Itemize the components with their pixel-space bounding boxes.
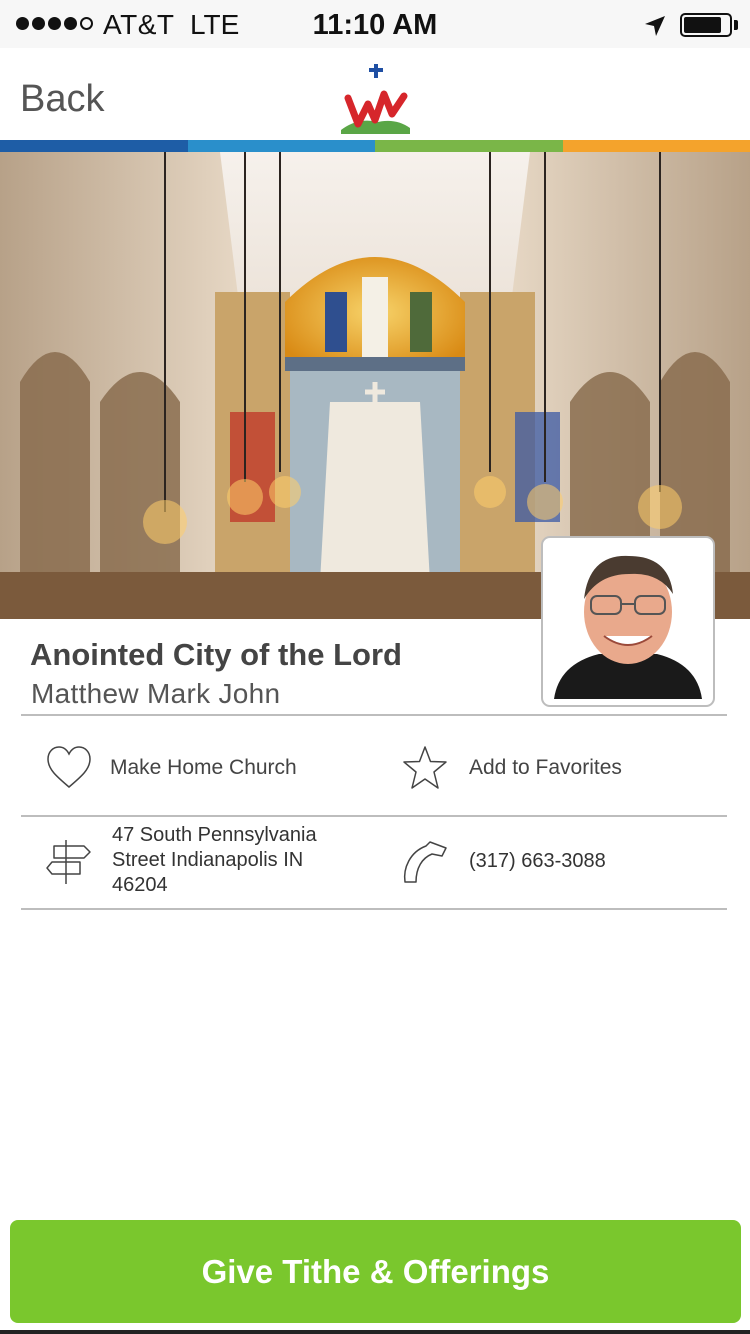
divider	[21, 815, 727, 817]
address-link[interactable]	[46, 838, 92, 886]
navigation-bar: Back	[0, 48, 750, 140]
phone-number: (317) 663-3088	[469, 849, 606, 872]
app-logo-icon	[341, 64, 410, 134]
battery-icon	[680, 13, 732, 37]
divider	[21, 908, 727, 910]
pastor-avatar[interactable]	[541, 536, 715, 707]
divider	[21, 714, 727, 716]
address-line: 46204	[112, 874, 168, 896]
address-line: 47 South Pennsylvania	[112, 824, 317, 846]
add-to-favorites-button[interactable]: Add to Favorites	[402, 745, 622, 791]
pastor-name: Matthew Mark John	[31, 678, 281, 709]
make-home-church-label: Make Home Church	[110, 756, 297, 779]
heart-icon	[47, 746, 91, 788]
brand-color-stripe	[0, 140, 750, 152]
give-tithe-offerings-button[interactable]: Give Tithe & Offerings	[10, 1220, 741, 1323]
location-arrow-icon	[645, 16, 665, 36]
signpost-icon	[46, 840, 91, 884]
add-to-favorites-label: Add to Favorites	[469, 756, 622, 779]
address-text[interactable]: 47 South Pennsylvania Street Indianapoli…	[112, 823, 317, 898]
star-icon	[403, 746, 447, 789]
phone-handset-icon	[403, 841, 447, 883]
call-phone-button[interactable]: (317) 663-3088	[402, 838, 606, 884]
status-bar: AT&T LTE 11:10 AM	[0, 0, 750, 48]
back-button[interactable]: Back	[20, 78, 104, 121]
bottom-edge	[0, 1330, 750, 1334]
pastor-photo-image	[549, 544, 707, 699]
church-name: Anointed City of the Lord	[30, 637, 402, 672]
make-home-church-button[interactable]: Make Home Church	[46, 745, 297, 791]
status-time: 11:10 AM	[312, 9, 438, 41]
address-line: Street Indianapolis IN	[112, 849, 304, 871]
